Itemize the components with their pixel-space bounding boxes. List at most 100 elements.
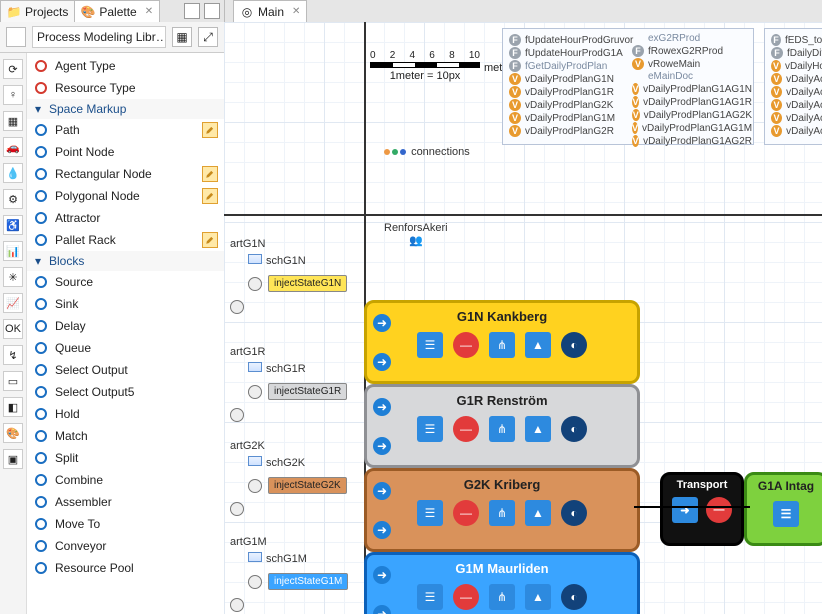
tab-projects[interactable]: 📁 Projects (0, 0, 75, 22)
palette-item[interactable]: Resource Type (27, 77, 224, 99)
symbol-row[interactable]: VvDailyAc (771, 112, 822, 124)
palette-item[interactable]: Select Output5 (27, 381, 224, 403)
in-port-icon[interactable]: ➜ (373, 353, 391, 371)
editor-canvas[interactable]: 0 2 4 6 8 10 1meter = 10px meter connect… (224, 22, 822, 614)
chart-line-icon[interactable]: 📈 (3, 293, 23, 313)
symbol-row[interactable]: VvDailyAc (771, 86, 822, 98)
cube-icon[interactable]: ◧ (3, 397, 23, 417)
process-block[interactable]: ➜ ➜ G1M Maurliden ☰ — ⋔ ▲ ◐ (364, 552, 640, 614)
grid-icon[interactable]: ▦ (3, 111, 23, 131)
chart-candle-icon[interactable]: 📊 (3, 241, 23, 261)
in-port-icon[interactable]: ➜ (373, 437, 391, 455)
ok-icon[interactable]: OK (3, 319, 23, 339)
accessibility-icon[interactable]: ♿ (3, 215, 23, 235)
art-node[interactable]: artG1R (230, 346, 347, 358)
symbol-row[interactable]: VvDailyAc (771, 73, 822, 85)
symbol-row[interactable]: VvDailyProdPlanG1AG2R (632, 135, 752, 147)
palette-item[interactable]: Source (27, 271, 224, 293)
sch-node[interactable]: schG1R (248, 362, 347, 375)
process-block[interactable]: ➜ ➜ G2K Kriberg ☰ — ⋔ ▲ ◐ (364, 468, 640, 552)
art-node[interactable]: artG1M (230, 536, 348, 548)
run-icon[interactable]: ♀ (3, 85, 23, 105)
delay-mini-icon: ◐ (561, 416, 587, 442)
in-port-icon[interactable]: ➜ (373, 398, 391, 416)
functions-block-col2[interactable]: exG2RProdFfRowexG2RProdVvRoweMaineMainDo… (626, 28, 758, 154)
palette-item[interactable]: Pallet Rack (27, 229, 224, 251)
maximize-view-button[interactable] (204, 3, 220, 19)
process-block[interactable]: ➜ ➜ G1N Kankberg ☰ — ⋔ ▲ ◐ (364, 300, 640, 384)
sch-node[interactable]: schG1M (248, 552, 348, 565)
symbol-row[interactable]: FfRowexG2RProd (632, 45, 752, 57)
symbol-row[interactable]: VvDailyProdPlanG1AG1R (632, 96, 752, 108)
palette-item[interactable]: Hold (27, 403, 224, 425)
palette-item[interactable]: Delay (27, 315, 224, 337)
palette-item[interactable]: Combine (27, 469, 224, 491)
palette-item[interactable]: Agent Type (27, 55, 224, 77)
palette-item[interactable]: Point Node (27, 141, 224, 163)
clock-icon[interactable]: ⟳ (3, 59, 23, 79)
palette-icon[interactable]: 🎨 (3, 423, 23, 443)
palette-expand-button[interactable]: ⤢ (198, 27, 218, 47)
renfors-node[interactable]: RenforsAkeri 👥 (384, 222, 448, 247)
transport-block[interactable]: Transport ➜ — (660, 472, 744, 546)
sch-node[interactable]: schG2K (248, 456, 347, 469)
palette-item[interactable]: Split (27, 447, 224, 469)
palette-library-selector[interactable]: Process Modeling Libr… (32, 26, 166, 48)
symbol-row[interactable]: VvDailyProdPlanG1AG1M (632, 122, 752, 134)
wand-icon[interactable]: ✳ (3, 267, 23, 287)
palette-item[interactable]: Assembler (27, 491, 224, 513)
palette-item[interactable]: Rectangular Node (27, 163, 224, 185)
symbol-row[interactable]: exG2RProd (632, 33, 752, 44)
minimize-view-button[interactable] (184, 3, 200, 19)
palette-item[interactable]: Polygonal Node (27, 185, 224, 207)
symbol-row[interactable]: VvDailyProdPlanG1AG1N (632, 83, 752, 95)
symbol-row[interactable]: VvDailyAc (771, 99, 822, 111)
gears-icon[interactable]: ⚙ (3, 189, 23, 209)
symbol-row[interactable]: FfDailyDif (771, 47, 822, 59)
in-port-icon[interactable]: ➜ (373, 314, 391, 332)
symbol-row[interactable]: eMainDoc (632, 71, 752, 82)
inject-state-node[interactable]: injectStateG1M (268, 573, 348, 590)
in-port-icon[interactable]: ➜ (373, 566, 391, 584)
palette-item[interactable]: Conveyor (27, 535, 224, 557)
palette-item[interactable]: Attractor (27, 207, 224, 229)
tab-editor-main[interactable]: ◎ Main ✕ (233, 0, 307, 22)
car-icon[interactable]: 🚗 (3, 137, 23, 157)
sch-node[interactable]: schG1N (248, 254, 347, 267)
tab-palette[interactable]: 🎨 Palette ✕ (74, 0, 160, 22)
palette-item[interactable]: Path (27, 119, 224, 141)
palette-item[interactable]: Select Output (27, 359, 224, 381)
g1a-intag-block[interactable]: G1A Intag ☰ (744, 472, 822, 546)
in-port-icon[interactable]: ➜ (373, 482, 391, 500)
art-node[interactable]: artG1N (230, 238, 347, 250)
symbol-row[interactable]: VvDailyAc (771, 125, 822, 137)
palette-category[interactable]: ▾Blocks (27, 251, 224, 271)
inject-state-node[interactable]: injectStateG2K (268, 477, 347, 494)
symbol-row[interactable]: VvDailyProdPlanG1AG2K (632, 109, 752, 121)
art-node[interactable]: artG2K (230, 440, 347, 452)
inject-state-node[interactable]: injectStateG1N (268, 275, 347, 292)
symbol-row[interactable]: FfEDS_tot (771, 34, 822, 46)
palette-category[interactable]: ▾Space Markup (27, 99, 224, 119)
palette-home-button[interactable] (6, 27, 26, 47)
connections-node[interactable]: connections (384, 146, 470, 158)
inject-state-node[interactable]: injectStateG1R (268, 383, 347, 400)
symbol-row[interactable]: VvRoweMain (632, 58, 752, 70)
palette-grid-button[interactable]: ▦ (172, 27, 192, 47)
screen-icon[interactable]: ▣ (3, 449, 23, 469)
functions-block-col3[interactable]: FfEDS_totFfDailyDifVvDailyHoVvDailyAcVvD… (764, 28, 822, 145)
close-icon[interactable]: ✕ (145, 6, 153, 17)
close-icon[interactable]: ✕ (292, 6, 300, 17)
palette-item[interactable]: Sink (27, 293, 224, 315)
palette-item[interactable]: Move To (27, 513, 224, 535)
symbol-row[interactable]: VvDailyHo (771, 60, 822, 72)
palette-item[interactable]: Queue (27, 337, 224, 359)
in-port-icon[interactable]: ➜ (373, 605, 391, 614)
in-port-icon[interactable]: ➜ (373, 521, 391, 539)
process-block[interactable]: ➜ ➜ G1R Renström ☰ — ⋔ ▲ ◐ (364, 384, 640, 468)
image-icon[interactable]: ▭ (3, 371, 23, 391)
drop-icon[interactable]: 💧 (3, 163, 23, 183)
share-icon[interactable]: ↯ (3, 345, 23, 365)
palette-item[interactable]: Resource Pool (27, 557, 224, 579)
palette-item[interactable]: Match (27, 425, 224, 447)
